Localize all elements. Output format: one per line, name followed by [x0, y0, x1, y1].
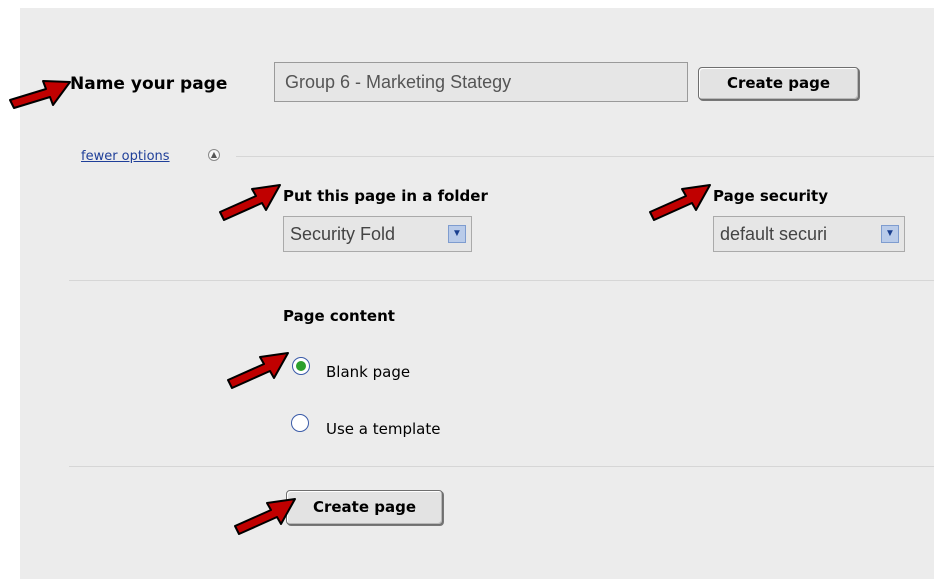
collapse-circle-icon[interactable]: ▲: [208, 149, 220, 161]
security-select-value: default securi: [720, 224, 828, 244]
template-radio[interactable]: [291, 414, 309, 432]
divider: [69, 466, 934, 467]
folder-select-value: Security Fold: [290, 224, 396, 244]
page-name-input[interactable]: Group 6 - Marketing Stategy: [274, 62, 688, 102]
create-page-button-top[interactable]: Create page: [698, 67, 859, 100]
blank-page-radio[interactable]: [292, 357, 310, 375]
red-arrow-icon: [649, 184, 711, 221]
divider: [236, 156, 934, 157]
security-label: Page security: [713, 187, 829, 205]
folder-select[interactable]: Security Fold ▼: [283, 216, 472, 252]
red-arrow-icon: [234, 498, 296, 535]
template-label[interactable]: Use a template: [326, 420, 440, 438]
chevron-down-icon[interactable]: ▼: [881, 225, 899, 243]
fewer-options-link[interactable]: fewer options: [81, 149, 170, 164]
red-arrow-icon: [219, 184, 281, 221]
create-page-button-bottom[interactable]: Create page: [286, 490, 443, 525]
chevron-down-icon[interactable]: ▼: [448, 225, 466, 243]
security-select[interactable]: default securi ▼: [713, 216, 905, 252]
folder-label: Put this page in a folder: [283, 187, 488, 205]
radio-selected-dot: [296, 361, 306, 371]
divider: [69, 280, 934, 281]
red-arrow-icon: [227, 352, 289, 389]
blank-page-label[interactable]: Blank page: [326, 363, 410, 381]
page-content-label: Page content: [283, 307, 395, 325]
name-page-label: Name your page: [70, 74, 228, 94]
red-arrow-icon: [9, 80, 71, 109]
